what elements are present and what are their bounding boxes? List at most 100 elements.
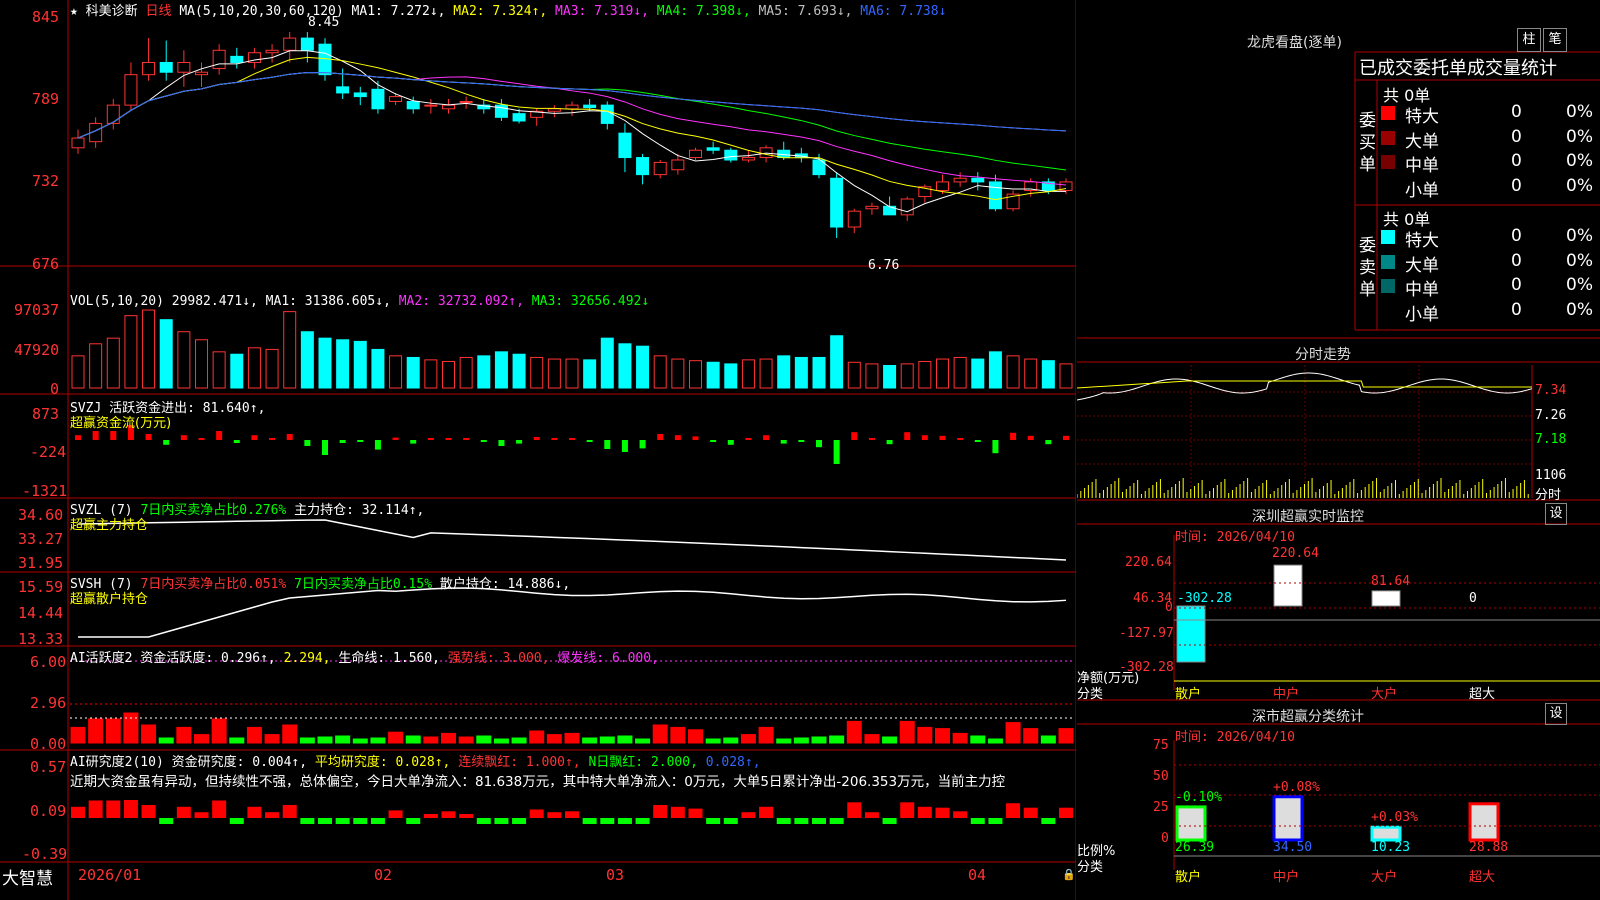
- sell-row: 中单 0 0%: [1381, 275, 1597, 300]
- volume-bar: [336, 339, 350, 389]
- svzl-text2: 主力持仓: 32.114↑,: [294, 503, 425, 518]
- research-bar: [353, 818, 368, 824]
- class-ratio-bar: [1370, 825, 1402, 842]
- volume-bar: [583, 359, 597, 389]
- fund-flow-bar: [657, 434, 664, 440]
- fund-flow-bar: [1027, 435, 1034, 440]
- research-bar: [864, 812, 879, 818]
- candle-body: [195, 71, 208, 76]
- candle-body: [442, 104, 455, 110]
- class-value-large: 10.23: [1371, 840, 1411, 855]
- research-bar: [706, 818, 721, 824]
- volume-bar: [442, 360, 455, 389]
- volume-bar: [371, 348, 385, 389]
- main-chart-area[interactable]: ★ 科美诊断 日线 MA(5,10,20,30,60,120) MA1: 7.2…: [0, 0, 1076, 900]
- buy-swatch: [1381, 106, 1395, 120]
- activity-bar: [987, 738, 1003, 744]
- activity-bar: [599, 736, 615, 744]
- volume-bar: [883, 364, 897, 389]
- research-bar: [423, 814, 438, 818]
- fund-flow-bar: [692, 436, 699, 440]
- activity-bar: [846, 720, 862, 744]
- research-bar: [617, 818, 632, 824]
- volume-bar: [89, 343, 103, 389]
- dragon-title: 龙虎看盘(逐单): [1247, 35, 1342, 51]
- svzl-text1: 7日内买卖净占比0.276%: [140, 503, 287, 518]
- activity-bar: [811, 736, 827, 744]
- fund-flow-bar: [145, 434, 152, 440]
- ai-research-comment: 近期大资金虽有异动，但持续性不强，总体偏空，今日大单净流入：81.638万元，其…: [70, 774, 1006, 790]
- ai-active-label: AI活跃度2: [70, 651, 133, 666]
- lock-icon[interactable]: 🔒: [1062, 868, 1076, 881]
- activity-bar: [1005, 722, 1021, 744]
- activity-bar: [70, 726, 86, 744]
- sell-swatch: [1381, 279, 1395, 293]
- fund-flow-bar: [639, 440, 646, 449]
- buy-name: 特大: [1405, 107, 1439, 127]
- research-bar: [176, 806, 191, 818]
- activity-bar: [529, 730, 545, 744]
- research-bar: [829, 818, 844, 824]
- activity-bar: [317, 736, 333, 744]
- activity-bar: [670, 726, 686, 744]
- research-bar: [882, 818, 897, 824]
- monitor-axis-4: -127.97: [1119, 626, 1174, 641]
- main-holding-line: [77, 519, 1067, 561]
- research-bar: [741, 812, 756, 818]
- volume-bar: [1024, 358, 1038, 389]
- price-axis-732: 732: [32, 172, 60, 190]
- ai-research-header: AI研究度2(10) 资金研究度: 0.004↑, 平均研究度: 0.028↑,…: [70, 751, 761, 770]
- candle-body: [177, 61, 191, 73]
- buy-value: 0: [1511, 175, 1522, 196]
- vol-label: VOL(5,10,20): [70, 294, 164, 309]
- fund-flow-bar: [674, 435, 681, 440]
- ai-research-text3: 连续飘红: 1.000↑,: [458, 755, 581, 770]
- research-bar: [194, 812, 209, 818]
- right-panel: 龙虎看盘(逐单) 柱 笔 已成交委托单成交量统计 委买单 委卖单 共 0单 共 …: [1077, 0, 1600, 900]
- volume-bar: [318, 337, 332, 389]
- research-bar: [776, 818, 791, 824]
- activity-bar: [441, 732, 456, 744]
- fenshi-axis-3: 7.18: [1535, 432, 1567, 447]
- activity-bar: [511, 737, 527, 744]
- candle-body: [389, 96, 403, 102]
- period-label[interactable]: 日线: [146, 4, 172, 19]
- fund-flow-bar: [904, 432, 911, 440]
- volume-bar: [759, 358, 773, 389]
- candle-body: [971, 177, 985, 183]
- vol-axis-zero: 0: [50, 380, 60, 398]
- volume-bar: [671, 358, 685, 389]
- fund-flow-bar: [374, 440, 381, 450]
- volume-bar: [530, 356, 544, 389]
- monitor-settings-button[interactable]: 设: [1545, 503, 1567, 525]
- activity-bar: [917, 726, 933, 744]
- fund-flow-bar: [851, 432, 858, 440]
- fenshi-axis-label: 分时: [1535, 488, 1562, 503]
- research-bar: [582, 818, 597, 824]
- volume-bar: [988, 351, 1002, 389]
- sell-row: 小单 0 0%: [1381, 300, 1597, 325]
- column-button[interactable]: 柱: [1517, 28, 1541, 52]
- sell-swatch: [1381, 303, 1395, 318]
- research-bar: [247, 806, 262, 818]
- ai-active-text3: 生命线: 1.560,: [338, 651, 441, 666]
- class-pct-large: +0.03%: [1371, 810, 1418, 825]
- ai-research-axis-mid: 0.09: [30, 802, 67, 820]
- price-header: ★ 科美诊断 日线 MA(5,10,20,30,60,120) MA1: 7.2…: [70, 0, 946, 19]
- activity-bar: [282, 724, 298, 744]
- activity-bar: [635, 738, 651, 744]
- volume-bar: [953, 356, 967, 389]
- class-value-super: 28.88: [1469, 840, 1509, 855]
- fund-flow-bar: [604, 440, 611, 449]
- price-axis-676: 676: [32, 255, 60, 273]
- favorite-star-icon[interactable]: ★: [70, 4, 78, 19]
- activity-bar: [405, 735, 421, 744]
- research-bar: [300, 818, 315, 824]
- class-settings-button[interactable]: 设: [1545, 703, 1567, 725]
- activity-bar: [705, 738, 721, 744]
- fund-flow-bar: [992, 440, 999, 454]
- volume-bar: [1059, 363, 1073, 389]
- tick-button[interactable]: 笔: [1543, 28, 1567, 52]
- buy-name: 大单: [1405, 131, 1439, 152]
- buy-pct: 0%: [1566, 151, 1593, 171]
